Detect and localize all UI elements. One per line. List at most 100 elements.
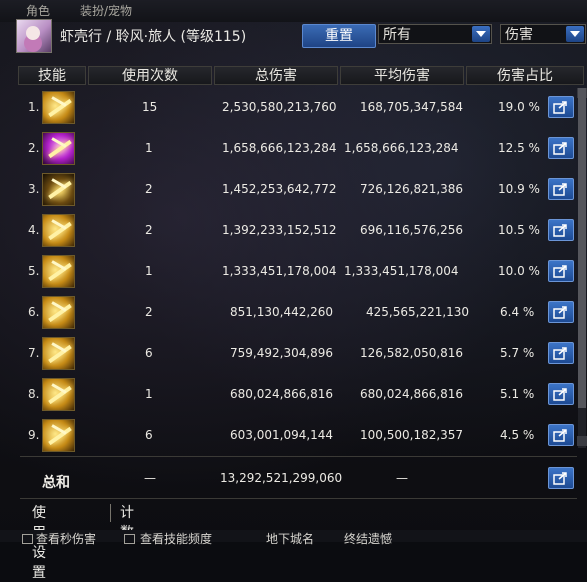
total-damage: 1,452,253,642,772 <box>222 182 337 196</box>
uses-count: 1 <box>145 387 153 401</box>
share-icon <box>553 142 567 155</box>
skill-icon <box>42 91 75 124</box>
share-button[interactable] <box>548 96 574 118</box>
share-icon <box>553 472 567 485</box>
checkbox-skill-frequency[interactable] <box>124 534 135 544</box>
skill-icon <box>42 296 75 329</box>
total-damage: 2,530,580,213,760 <box>222 100 337 114</box>
share-button[interactable] <box>548 260 574 282</box>
damage-share: 4.5 % <box>500 428 535 442</box>
mode-select-value: 伤害 <box>505 27 533 43</box>
uses-count: 6 <box>145 428 153 442</box>
column-damage-share[interactable]: 伤害占比 <box>466 66 584 85</box>
mode-select[interactable]: 伤害 <box>500 24 586 44</box>
option-dps-label: 查看秒伤害 <box>36 532 97 546</box>
share-icon <box>553 347 567 360</box>
uses-count: 2 <box>145 305 153 319</box>
filter-select[interactable]: 所有 <box>378 24 492 44</box>
share-button[interactable] <box>548 137 574 159</box>
table-row[interactable]: 7. 6 759,492,304,896 126,582,050,816 5.7… <box>18 334 578 374</box>
damage-share: 10.0 % <box>498 264 540 278</box>
share-icon <box>553 101 567 114</box>
skill-icon <box>42 132 75 165</box>
column-uses[interactable]: 使用次数 <box>88 66 212 85</box>
average-damage: 100,500,182,357 <box>360 428 464 442</box>
chevron-down-icon <box>472 26 490 42</box>
share-button[interactable] <box>548 383 574 405</box>
row-rank: 8. <box>28 387 40 401</box>
divider <box>20 498 577 499</box>
table-row[interactable]: 4. 2 1,392,233,152,512 696,116,576,256 1… <box>18 211 578 251</box>
share-icon <box>553 388 567 401</box>
total-uses: — <box>144 471 156 485</box>
scrollbar[interactable] <box>578 88 586 448</box>
skill-icon <box>42 214 75 247</box>
tab-character[interactable]: 角色 <box>26 2 50 19</box>
total-damage-sum: 13,292,521,299,060 <box>220 471 343 485</box>
reset-button[interactable]: 重置 <box>302 24 376 48</box>
skill-icon <box>42 337 75 370</box>
average-damage: 726,126,821,386 <box>360 182 464 196</box>
table-row[interactable]: 5. 1 1,333,451,178,004 1,333,451,178,004… <box>18 252 578 292</box>
scrollbar-thumb[interactable] <box>578 88 586 408</box>
total-damage: 1,333,451,178,004 <box>222 264 337 278</box>
damage-share: 5.1 % <box>500 387 535 401</box>
share-button[interactable] <box>548 342 574 364</box>
chevron-down-icon <box>566 26 584 42</box>
table-row[interactable]: 6. 2 851,130,442,260 425,565,221,130 6.4… <box>18 293 578 333</box>
damage-share: 6.4 % <box>500 305 535 319</box>
uses-count: 2 <box>145 182 153 196</box>
uses-count: 2 <box>145 223 153 237</box>
total-damage: 603,001,094,144 <box>230 428 334 442</box>
share-icon <box>553 306 567 319</box>
column-average-damage[interactable]: 平均伤害 <box>340 66 464 85</box>
tab-costume-pet[interactable]: 装扮/宠物 <box>80 2 132 19</box>
row-rank: 1. <box>28 100 40 114</box>
scroll-down-button[interactable] <box>577 436 587 446</box>
option-skill-frequency-label: 查看技能频度 <box>140 532 213 546</box>
average-damage: 126,582,050,816 <box>360 346 464 360</box>
total-damage: 759,492,304,896 <box>230 346 334 360</box>
skill-icon <box>42 255 75 288</box>
column-skill[interactable]: 技能 <box>18 66 86 85</box>
damage-share: 10.5 % <box>498 223 540 237</box>
damage-share: 12.5 % <box>498 141 540 155</box>
uses-count: 1 <box>145 264 153 278</box>
row-rank: 5. <box>28 264 40 278</box>
share-button[interactable] <box>548 178 574 200</box>
damage-share: 19.0 % <box>498 100 540 114</box>
share-icon <box>553 183 567 196</box>
checkbox-dps[interactable] <box>22 534 33 544</box>
option-dungeon-name-label: 地下城名 <box>266 532 315 546</box>
total-damage: 680,024,866,816 <box>230 387 334 401</box>
average-damage: 680,024,866,816 <box>360 387 464 401</box>
damage-share: 5.7 % <box>500 346 535 360</box>
column-total-damage[interactable]: 总伤害 <box>214 66 338 85</box>
table-row[interactable]: 3. 2 1,452,253,642,772 726,126,821,386 1… <box>18 170 578 210</box>
total-average: — <box>396 471 408 485</box>
table-row[interactable]: 8. 1 680,024,866,816 680,024,866,816 5.1… <box>18 375 578 415</box>
row-rank: 9. <box>28 428 40 442</box>
skill-icon <box>42 419 75 452</box>
share-button[interactable] <box>548 301 574 323</box>
share-button[interactable] <box>548 424 574 446</box>
total-label: 总和 <box>42 475 70 491</box>
average-damage: 425,565,221,130 <box>366 305 470 319</box>
top-tab-strip: 角色 装扮/宠物 <box>0 0 587 22</box>
average-damage: 1,658,666,123,284 <box>344 141 459 155</box>
table-row[interactable]: 1. 15 2,530,580,213,760 168,705,347,584 … <box>18 88 578 128</box>
option-finish-label: 终结遗憾 <box>344 532 393 546</box>
share-button[interactable] <box>548 467 574 489</box>
average-damage: 1,333,451,178,004 <box>344 264 459 278</box>
row-rank: 6. <box>28 305 40 319</box>
row-rank: 3. <box>28 182 40 196</box>
table-row[interactable]: 2. 1 1,658,666,123,284 1,658,666,123,284… <box>18 129 578 169</box>
row-rank: 7. <box>28 346 40 360</box>
share-icon <box>553 224 567 237</box>
share-button[interactable] <box>548 219 574 241</box>
avatar <box>16 19 52 53</box>
uses-count: 15 <box>142 100 158 114</box>
row-rank: 4. <box>28 223 40 237</box>
uses-count: 1 <box>145 141 153 155</box>
table-row[interactable]: 9. 6 603,001,094,144 100,500,182,357 4.5… <box>18 416 578 456</box>
